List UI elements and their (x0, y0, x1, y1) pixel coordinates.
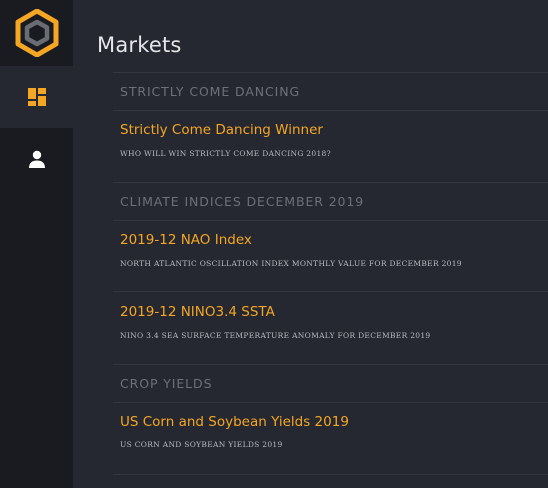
divider (113, 220, 548, 221)
market-link[interactable]: 2019-12 NINO3.4 SSTA (120, 304, 275, 320)
hexagon-logo-icon (15, 9, 58, 57)
category-header: STRICTLY COME DANCING (120, 84, 301, 99)
divider (113, 110, 548, 111)
market-description: WHO WILL WIN STRICTLY COME DANCING 2018? (120, 149, 331, 158)
page-title: Markets (97, 33, 182, 57)
sidebar (0, 0, 73, 488)
app-window: Markets STRICTLY COME DANCING Strictly C… (0, 0, 548, 488)
divider (113, 474, 548, 475)
main-content: Markets STRICTLY COME DANCING Strictly C… (73, 0, 548, 488)
market-link[interactable]: 2019-12 NAO Index (120, 232, 252, 248)
category-header: CROP YIELDS (120, 376, 213, 391)
user-icon (28, 150, 45, 168)
sidebar-item-markets[interactable] (0, 66, 73, 128)
dashboard-icon (27, 88, 46, 106)
market-link[interactable]: US Corn and Soybean Yields 2019 (120, 414, 349, 430)
divider (113, 182, 548, 183)
market-description: NINO 3.4 SEA SURFACE TEMPERATURE ANOMALY… (120, 331, 431, 340)
market-link[interactable]: Strictly Come Dancing Winner (120, 122, 323, 138)
market-description: NORTH ATLANTIC OSCILLATION INDEX MONTHLY… (120, 259, 462, 268)
market-description: US CORN AND SOYBEAN YIELDS 2019 (120, 440, 283, 449)
divider (113, 72, 548, 73)
divider (113, 291, 548, 292)
sidebar-item-account[interactable] (0, 128, 73, 190)
logo[interactable] (0, 0, 73, 66)
divider (113, 364, 548, 365)
category-header: CLIMATE INDICES DECEMBER 2019 (120, 194, 365, 209)
divider (113, 402, 548, 403)
